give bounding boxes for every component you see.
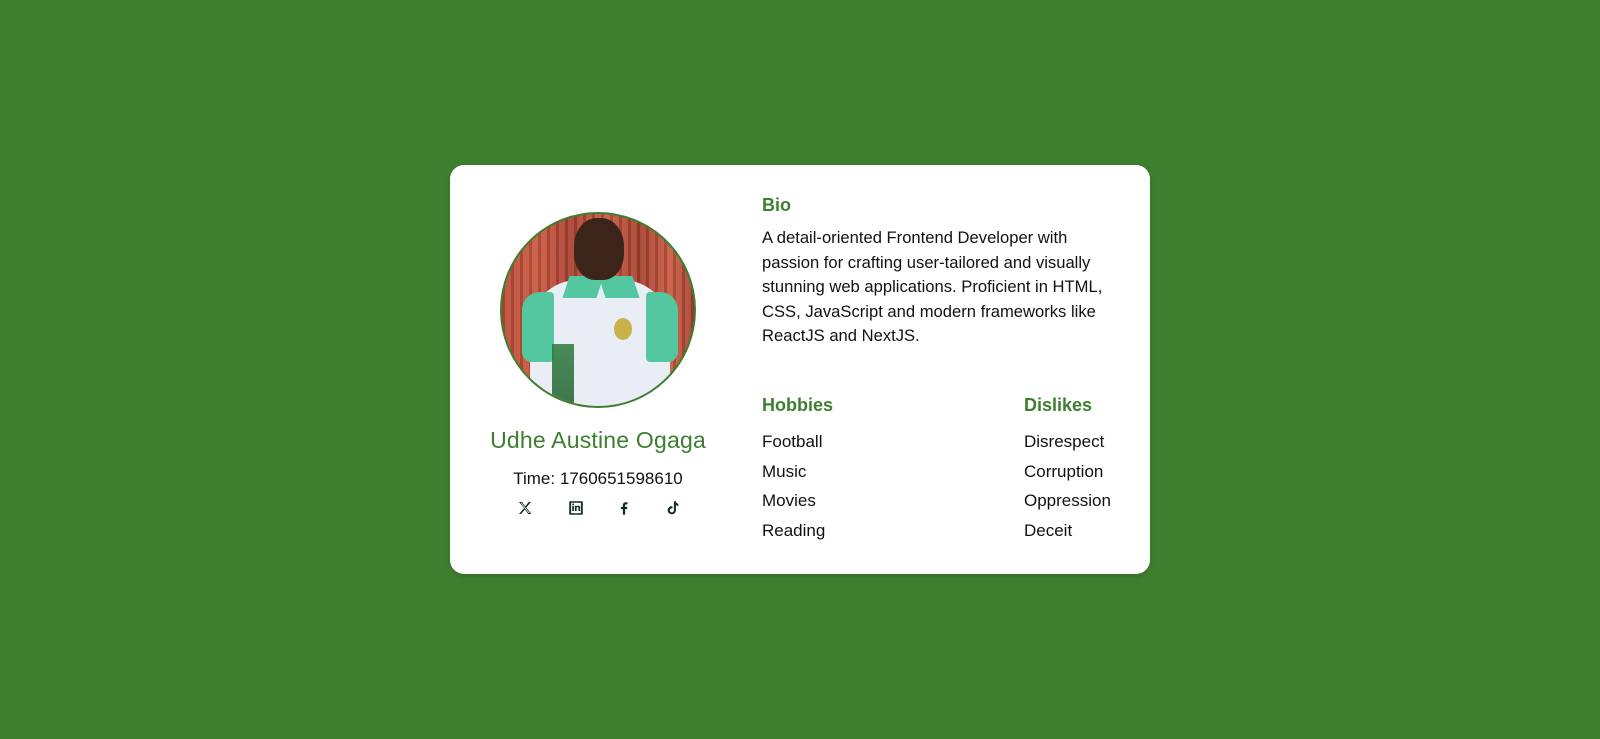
profile-details: Bio A detail-oriented Frontend Developer… [762, 165, 1132, 574]
hobby-item: Reading [762, 520, 826, 540]
hobby-item: Movies [762, 491, 816, 510]
profile-card: Udhe Austine Ogaga Time: 1760651598610 B… [450, 165, 1150, 574]
facebook-icon [620, 502, 628, 515]
tiktok-link[interactable] [660, 496, 684, 520]
x-link[interactable] [513, 496, 537, 520]
tiktok-icon [667, 501, 679, 515]
profile-time: Time: 1760651598610 [513, 469, 683, 488]
social-links [513, 496, 683, 520]
avatar-head [574, 218, 624, 280]
dislike-item: Disrespect [1024, 432, 1105, 451]
avatar [500, 212, 696, 408]
facebook-link[interactable] [612, 496, 636, 520]
linkedin-link[interactable] [564, 496, 588, 520]
profile-name: Udhe Austine Ogaga [490, 427, 706, 453]
avatar-right-sleeve [646, 292, 678, 362]
x-icon [519, 502, 532, 514]
avatar-left-sleeve [522, 292, 554, 362]
hobby-item: Music [762, 461, 807, 481]
avatar-shirt-print [552, 344, 574, 406]
linkedin-icon [569, 501, 583, 515]
dislikes-list: Disrespect Corruption Oppression Deceit [1024, 427, 1111, 545]
dislikes-title: Dislikes [1024, 395, 1093, 415]
hobby-item: Football [762, 432, 823, 451]
dislike-item: Oppression [1024, 491, 1111, 510]
dislike-item: Corruption [1024, 461, 1104, 481]
hobbies-title: Hobbies [762, 395, 834, 415]
avatar-badge [614, 318, 632, 340]
bio-title: Bio [762, 195, 791, 215]
dislike-item: Deceit [1024, 520, 1073, 540]
hobbies-list: Football Music Movies Reading [762, 427, 825, 545]
profile-summary: Udhe Austine Ogaga Time: 1760651598610 [450, 165, 750, 574]
bio-text: A detail-oriented Frontend Developer wit… [762, 228, 1103, 346]
